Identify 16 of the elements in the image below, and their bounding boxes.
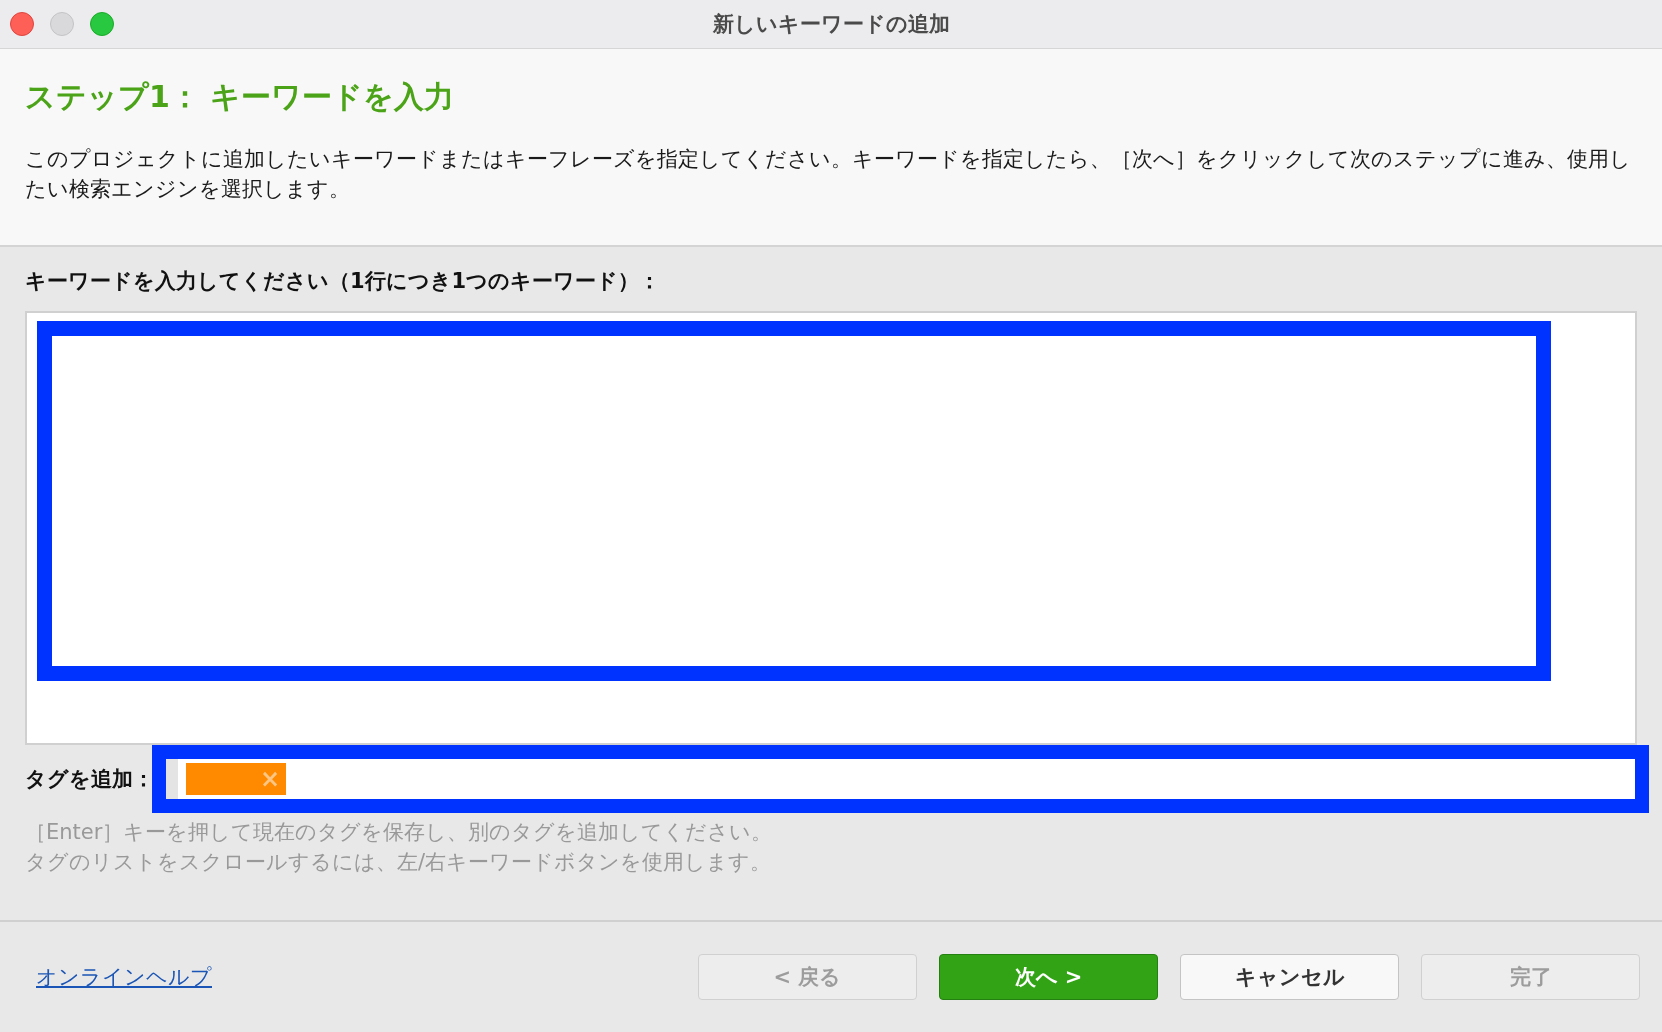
zoom-button[interactable] bbox=[90, 12, 114, 36]
keywords-label: キーワードを入力してください（1行につき1つのキーワード）： bbox=[25, 268, 661, 295]
online-help-link[interactable]: オンラインヘルプ bbox=[36, 963, 212, 991]
remove-tag-button[interactable]: × bbox=[259, 767, 280, 791]
tag-chip[interactable]: × bbox=[186, 763, 286, 795]
step-heading: ステップ1： キーワードを入力 bbox=[25, 78, 455, 116]
step-description: このプロジェクトに追加したいキーワードまたはキーフレーズを指定してください。キーワードを指定したら、［次へ］をクリックして次のステップに進み、使用したい検索エンジンを選択します。 bbox=[25, 146, 1632, 203]
window-title: 新しいキーワードの追加 bbox=[712, 11, 950, 38]
tags-field[interactable]: × bbox=[178, 759, 1635, 799]
dialog-button[interactable]: キャンセル bbox=[1180, 954, 1399, 1000]
hint-text: ［Enter］キーを押して現在のタグを保存し、別のタグを追加してください。 bbox=[25, 819, 773, 846]
hint-text: タグのリストをスクロールするには、左/右キーワードボタンを使用します。 bbox=[25, 849, 772, 876]
close-button[interactable] bbox=[10, 12, 34, 36]
tags-label: タグを追加： bbox=[25, 766, 154, 793]
keywords-field[interactable] bbox=[25, 311, 1637, 745]
dialog-button[interactable]: 次へ > bbox=[939, 954, 1158, 1000]
